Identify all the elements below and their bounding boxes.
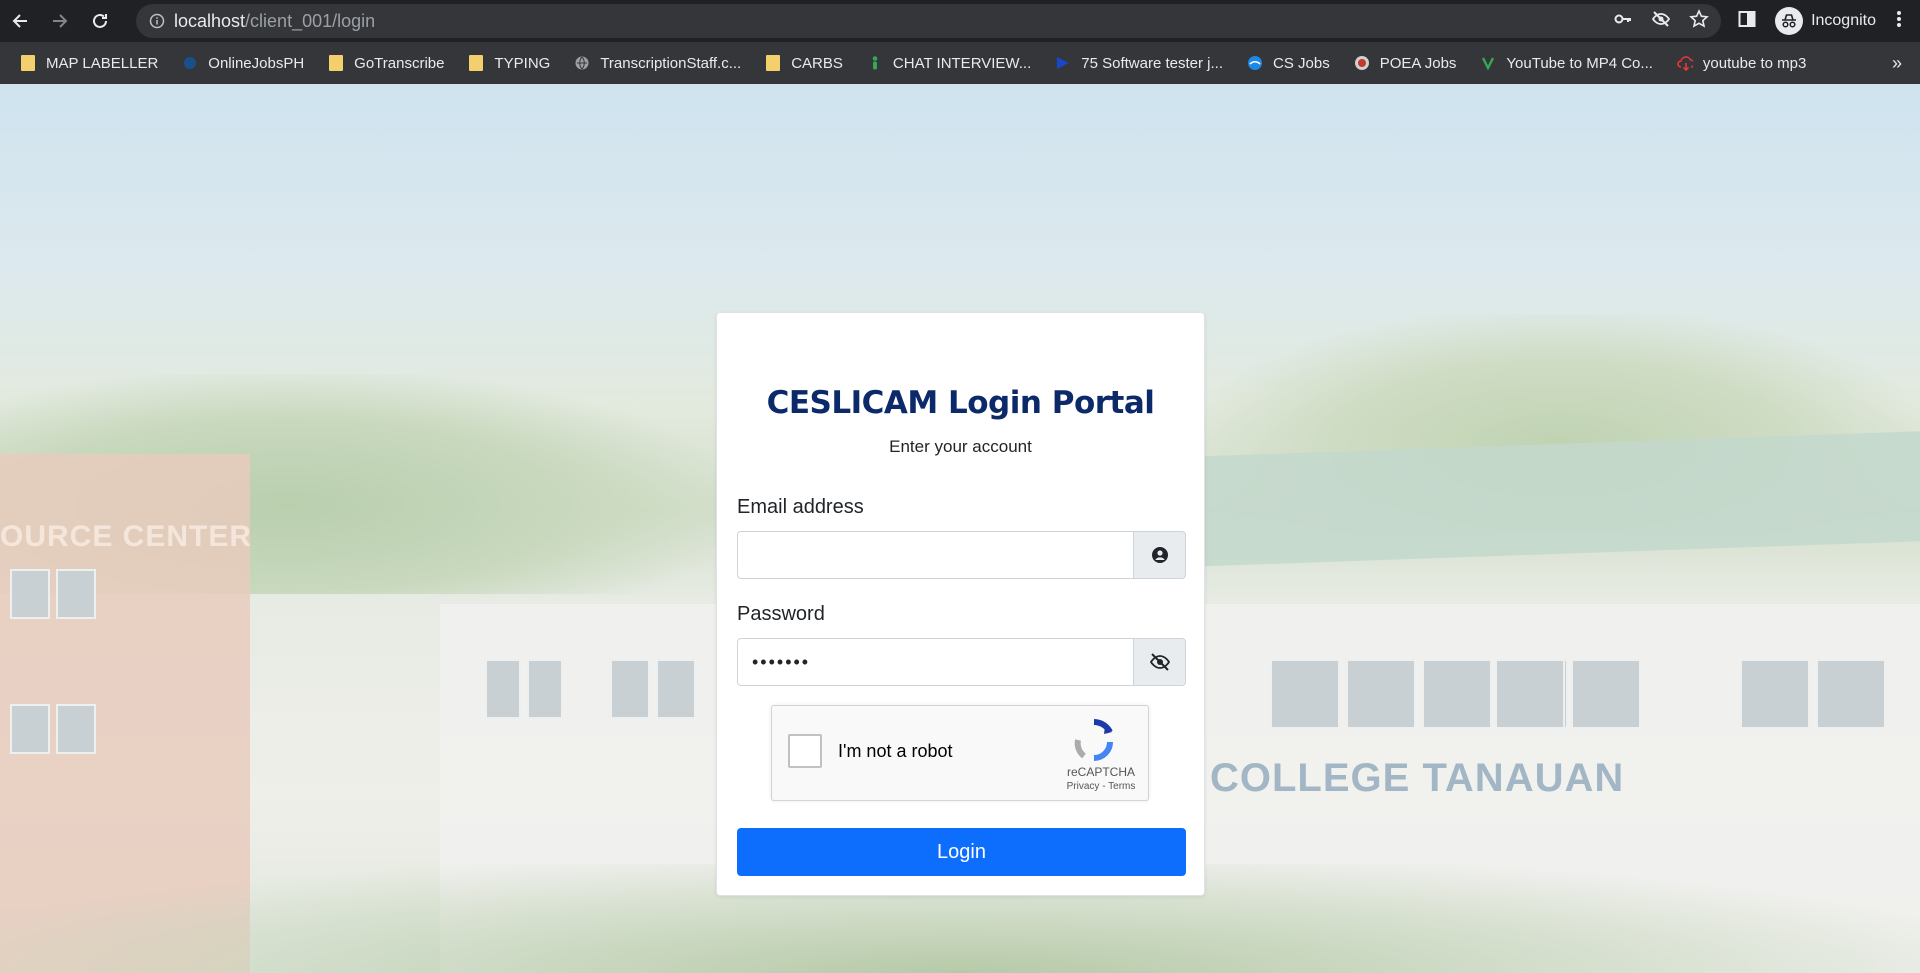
incognito-profile[interactable]: Incognito [1775, 7, 1876, 35]
background-windows [1740, 659, 1886, 729]
password-input-group [737, 638, 1186, 686]
bookmarks-bar: MAP LABELLER OnlineJobsPH GoTranscribe T… [0, 42, 1920, 84]
folder-icon [20, 55, 36, 71]
arrow-left-icon [12, 14, 27, 28]
eye-slash-icon [1149, 653, 1170, 671]
bookmark-label: POEA Jobs [1379, 54, 1457, 72]
background-windows [10, 569, 96, 619]
building-sign: COLLEGE TANAUAN [1210, 756, 1625, 800]
poea-icon [1354, 55, 1370, 71]
login-button[interactable]: Login [737, 828, 1186, 876]
bookmark-item[interactable]: youtube to mp3 [1677, 55, 1806, 72]
bookmark-item[interactable]: GoTranscribe [328, 55, 444, 72]
bookmark-label: TYPING [494, 54, 551, 72]
kebab-menu-icon[interactable] [1896, 9, 1902, 34]
bookmark-item[interactable]: 75 Software tester j... [1055, 55, 1223, 72]
password-field[interactable] [737, 638, 1134, 686]
star-icon[interactable] [1689, 8, 1709, 34]
tower-sign: OURCE CENTER [0, 520, 253, 553]
toggle-password-visibility-button[interactable] [1134, 638, 1186, 686]
bookmark-label: YouTube to MP4 Co... [1506, 54, 1653, 72]
bookmark-label: GoTranscribe [354, 54, 445, 72]
bookmark-item[interactable]: YouTube to MP4 Co... [1480, 54, 1653, 72]
person-icon [867, 55, 883, 71]
bookmark-item[interactable]: TYPING [468, 55, 550, 72]
bookmark-label: CARBS [791, 54, 843, 72]
address-bar[interactable]: localhost/client_001/login [136, 4, 1721, 38]
url-host: localhost [174, 10, 246, 31]
folder-icon [765, 55, 781, 71]
cloud-download-icon [1677, 55, 1693, 71]
login-card: CESLICAM Login Portal Enter your account… [716, 312, 1205, 896]
bookmark-item[interactable]: CARBS [765, 55, 843, 72]
login-page-background: OURCE CENTER COLLEGE TANAUAN CESLICAM Lo… [0, 84, 1920, 973]
background-windows [485, 659, 563, 719]
email-label: Email address [737, 496, 864, 518]
download-icon [1480, 55, 1496, 71]
bookmark-item[interactable]: MAP LABELLER [20, 55, 158, 72]
bookmark-item[interactable]: OnlineJobsPH [182, 55, 304, 72]
cs-jobs-icon [1247, 55, 1263, 71]
bookmark-item[interactable]: TranscriptionStaff.c... [574, 55, 741, 72]
reload-button[interactable] [80, 0, 120, 42]
browser-toolbar: localhost/client_001/login Incognito [0, 0, 1920, 42]
background-windows [10, 704, 96, 754]
bookmark-item[interactable]: POEA Jobs [1354, 54, 1457, 72]
page-title: CESLICAM Login Portal [766, 385, 1155, 421]
reload-icon [93, 13, 107, 28]
forward-button[interactable] [40, 0, 80, 42]
bookmark-label: youtube to mp3 [1702, 54, 1807, 72]
bookmark-label: CS Jobs [1273, 54, 1330, 72]
recaptcha-checkbox[interactable] [788, 734, 822, 768]
info-icon[interactable] [140, 13, 174, 29]
bookmark-label: CHAT INTERVIEW... [892, 54, 1032, 72]
user-icon [1134, 531, 1186, 579]
incognito-icon [1775, 7, 1804, 35]
onlinejobsph-icon [182, 55, 198, 71]
url-path: /client_001/login [245, 10, 376, 31]
recaptcha-widget: I'm not a robot reCAPTCHA Privacy - Term… [771, 705, 1149, 801]
recaptcha-logo-icon [1074, 719, 1113, 761]
side-panel-icon[interactable] [1737, 9, 1757, 34]
url-text: localhost/client_001/login [174, 11, 375, 32]
incognito-label: Incognito [1811, 12, 1876, 29]
email-input-group [737, 531, 1186, 579]
back-button[interactable] [0, 0, 40, 42]
recaptcha-brand: reCAPTCHA [1066, 765, 1135, 779]
background-windows [1495, 659, 1641, 729]
email-field[interactable] [737, 531, 1134, 579]
arrow-right-icon [53, 14, 68, 28]
eye-slash-icon[interactable] [1651, 9, 1671, 34]
recaptcha-links[interactable]: Privacy - Terms [1062, 781, 1140, 792]
globe-icon [574, 55, 590, 71]
bookmark-label: OnlineJobsPH [208, 54, 305, 72]
key-icon[interactable] [1613, 9, 1633, 34]
bookmark-item[interactable]: CHAT INTERVIEW... [867, 55, 1031, 72]
page-subtitle: Enter your account [889, 437, 1032, 456]
folder-icon [328, 55, 344, 71]
folder-icon [468, 55, 484, 71]
bookmarks-overflow-button[interactable]: » [1892, 42, 1902, 84]
bookmark-label: 75 Software tester j... [1081, 54, 1223, 72]
bookmark-item[interactable]: CS Jobs [1247, 55, 1330, 72]
bookmark-label: TranscriptionStaff.c... [600, 54, 742, 72]
password-label: Password [737, 603, 825, 625]
bookmark-label: MAP LABELLER [46, 54, 159, 72]
recaptcha-label: I'm not a robot [838, 741, 953, 761]
background-windows [610, 659, 696, 719]
flag-icon [1055, 55, 1071, 71]
